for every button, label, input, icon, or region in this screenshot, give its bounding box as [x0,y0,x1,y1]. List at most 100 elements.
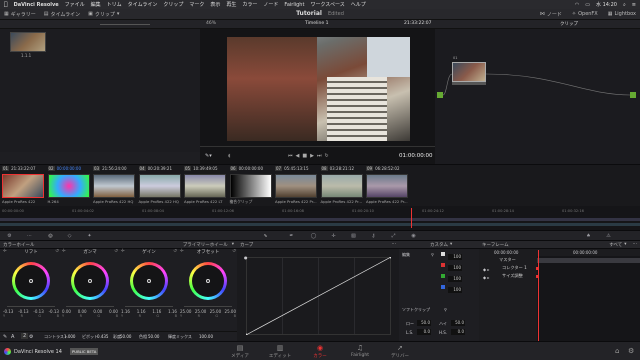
stop-icon[interactable]: ■ [302,153,310,159]
timeline-name[interactable]: Timeline 1 [305,21,328,26]
wheel-picker-icon[interactable]: ✛ [3,249,7,257]
menu-color[interactable]: カラー [242,1,257,8]
auto-balance-icon[interactable]: ✎ [3,334,7,340]
clip-thumbnail[interactable] [275,174,317,198]
menu-view[interactable]: 表示 [210,1,220,8]
saturation-value[interactable]: 50.00 [120,334,131,339]
nav-edit[interactable]: ▥ エディット [265,344,295,359]
intensity-b[interactable]: 100 [448,287,462,293]
motion-icon[interactable]: ◇ [66,233,73,239]
wheel-handle[interactable] [88,279,92,283]
apple-icon[interactable]:  [4,1,8,8]
wheel-master-slider[interactable] [184,304,232,307]
wheel-master-slider[interactable] [7,304,55,307]
corrector-row[interactable]: コレクター 1 [497,264,527,272]
3d-icon[interactable]: ◉ [410,233,417,239]
lightbox-button[interactable]: ▦ Lightbox [608,11,636,18]
clip-thumbnail[interactable] [93,174,135,198]
tracker-icon[interactable]: ✛ [330,233,337,239]
viewer-scrubber[interactable] [200,143,435,147]
rgb-mixer-icon[interactable]: ⋯ [26,233,33,239]
gear-icon[interactable]: ⚙ [628,347,634,355]
battery-icon[interactable]: ▭ [585,2,590,8]
menu-app-name[interactable]: DaVinci Resolve [14,2,59,8]
keyframes-filter[interactable]: すべて [609,242,622,248]
custom-title[interactable]: カスタム [430,242,448,248]
clip-thumbnail[interactable] [184,174,226,198]
sizing-icon[interactable]: ⤢ [390,233,397,239]
video-track[interactable] [0,218,640,221]
nav-color[interactable]: ◉ カラー [305,344,335,359]
audio-icon[interactable]: ◖ [228,153,231,159]
clip-button[interactable]: ▣ クリップ ▾ [88,11,119,18]
wheel-handle[interactable] [206,279,210,283]
wheel-handle[interactable] [147,279,151,283]
wheel-picker-icon[interactable]: ✛ [121,249,125,257]
menu-file[interactable]: ファイル [65,1,85,8]
nav-fairlight[interactable]: ♫ Fairlight [345,344,375,358]
keyframe-marker[interactable] [536,275,539,278]
channel-b-toggle[interactable] [441,285,445,289]
key-icon[interactable]: ⚷ [370,233,377,239]
wheel-master-slider[interactable] [125,304,173,307]
channel-g-toggle[interactable] [441,274,445,278]
menu-trim[interactable]: トリム [107,1,122,8]
audio-track[interactable] [0,223,640,226]
channel-r-toggle[interactable] [441,263,445,267]
info-icon[interactable]: ⚠ [605,233,612,239]
menu-help[interactable]: ヘルプ [351,1,366,8]
skip-back-icon[interactable]: ⏮ [288,153,296,159]
chevron-down-icon[interactable]: ▾ [450,242,452,247]
low-value[interactable]: 50.0 [417,320,431,326]
pencil-icon[interactable]: ✎▾ [205,153,212,159]
color-wheel-disc[interactable] [12,262,50,300]
clip-thumbnail[interactable] [138,174,181,198]
color-wheels-icon[interactable]: ◎ [47,233,54,239]
node-button[interactable]: ⋈ ノード [540,11,562,18]
color-wheel-disc[interactable] [189,262,227,300]
gear-icon[interactable]: ⚙ [29,334,33,340]
nav-deliver[interactable]: ➚ デリバー [385,344,415,359]
color-wheel-disc[interactable] [130,262,168,300]
page-indicator[interactable]: 2 [21,333,29,339]
wheel-value[interactable]: 25.00 [195,309,206,314]
curves-menu-icon[interactable]: ⋯ [392,242,397,247]
qualifier-icon[interactable]: ✒ [288,233,295,239]
intensity-g[interactable]: 100 [448,276,462,282]
high-value[interactable]: 50.0 [451,320,465,326]
menu-mark[interactable]: マーク [189,1,204,8]
node-clip-menu[interactable]: クリップ [560,21,578,27]
wheel-reset-icon[interactable]: ↺ [173,249,177,257]
wheel-reset-icon[interactable]: ↺ [55,249,59,257]
intensity-y[interactable]: 100 [448,254,462,260]
gallery-button[interactable]: ▦ ギャラリー [4,11,36,18]
menu-clip[interactable]: クリップ [163,1,183,8]
luma-mix-value[interactable]: 100.00 [199,334,213,339]
raw-icon[interactable]: ✦ [86,233,93,239]
window-icon[interactable]: ◯ [310,233,317,239]
scopes-icon[interactable]: ♠ [585,233,592,239]
keyframe-playhead[interactable] [538,250,539,341]
blur-icon[interactable]: ▧ [350,233,357,239]
list-icon[interactable]: ≡ [632,2,636,8]
sizing-row[interactable]: サイズ調整 [497,272,523,280]
channel-y-toggle[interactable] [441,252,445,256]
menu-workspace[interactable]: ワークスペース [310,1,344,8]
hue-value[interactable]: 50.00 [148,334,159,339]
viewer-image[interactable] [227,37,410,141]
nav-media[interactable]: ▤ メディア [225,344,255,359]
menu-nodes[interactable]: ノード [263,1,278,8]
pivot-value[interactable]: 0.435 [97,334,108,339]
wheel-handle[interactable] [29,279,33,283]
keyframe-marker[interactable] [536,267,539,270]
wheel-picker-icon[interactable]: ✛ [180,249,184,257]
keyframe-menu-icon[interactable]: ⋯ [633,242,638,247]
contrast-value[interactable]: 1.000 [64,334,75,339]
softclip-link-icon[interactable]: ⚲ [444,307,447,312]
gallery-still[interactable] [10,32,46,52]
wifi-icon[interactable]: ◠ [575,2,579,8]
play-icon[interactable]: ▶ [310,153,317,159]
master-row[interactable]: マスター [494,256,516,264]
expand-icon[interactable]: ◆ ▸ [483,267,489,272]
menu-timeline[interactable]: タイムライン [128,1,158,8]
